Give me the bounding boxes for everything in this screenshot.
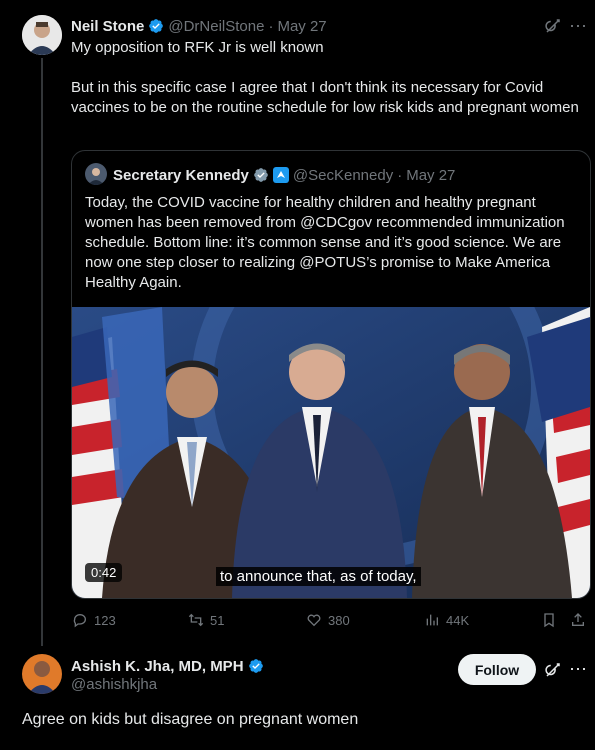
quote-header: Secretary Kennedy @SecKennedy · May 27 bbox=[113, 165, 455, 185]
avatar[interactable] bbox=[22, 15, 62, 55]
author-name[interactable]: Neil Stone bbox=[71, 18, 144, 35]
like-count: 380 bbox=[328, 612, 350, 628]
like-button[interactable]: 380 bbox=[306, 612, 350, 628]
gov-affiliation-icon bbox=[272, 167, 289, 183]
verified-badge-icon bbox=[248, 659, 263, 673]
bookmark-icon[interactable] bbox=[541, 612, 557, 628]
video-duration: 0:42 bbox=[85, 563, 123, 582]
heart-icon bbox=[307, 614, 321, 627]
share-icon[interactable] bbox=[570, 612, 586, 628]
tweet-text-body: But in this specific case I agree that I… bbox=[71, 79, 579, 116]
more-options-icon[interactable]: ⋯ bbox=[568, 16, 588, 36]
separator-dot: · bbox=[397, 166, 403, 184]
reply-icon bbox=[73, 614, 86, 628]
follow-button[interactable]: Follow bbox=[458, 654, 536, 685]
quote-author-name[interactable]: Secretary Kennedy bbox=[113, 167, 249, 184]
tweet-date[interactable]: May 27 bbox=[277, 18, 326, 35]
verified-gray-badge-icon bbox=[254, 168, 268, 182]
repost-icon bbox=[188, 613, 204, 627]
verified-badge-icon bbox=[149, 19, 164, 33]
quote-date[interactable]: May 27 bbox=[406, 167, 455, 184]
reply-count: 123 bbox=[94, 612, 116, 628]
reply-author-name[interactable]: Ashish K. Jha, MD, MPH bbox=[71, 658, 244, 675]
separator-dot: · bbox=[268, 17, 274, 35]
video-player[interactable]: 0:42 to announce that, as of today, bbox=[72, 307, 590, 598]
video-caption: to announce that, as of today, bbox=[216, 567, 421, 586]
more-options-icon[interactable]: ⋯ bbox=[568, 659, 588, 679]
thread-line bbox=[41, 58, 43, 646]
reply-author-handle[interactable]: @ashishkjha bbox=[71, 676, 157, 693]
quote-text: Today, the COVID vaccine for healthy chi… bbox=[85, 194, 565, 291]
repost-count: 51 bbox=[210, 612, 225, 628]
reply-header: Ashish K. Jha, MD, MPH bbox=[71, 656, 264, 676]
quote-author-handle[interactable]: @SecKennedy bbox=[293, 167, 393, 184]
views-button[interactable]: 44K bbox=[424, 612, 469, 628]
view-count: 44K bbox=[446, 612, 470, 628]
views-icon bbox=[426, 614, 438, 626]
reply-text: Agree on kids but disagree on pregnant w… bbox=[22, 711, 359, 728]
reply-avatar[interactable] bbox=[22, 654, 62, 694]
video-frame bbox=[72, 307, 590, 598]
quote-avatar[interactable] bbox=[85, 163, 107, 185]
quoted-tweet[interactable]: Secretary Kennedy @SecKennedy · May 27 T… bbox=[71, 150, 591, 599]
tweet-header: Neil Stone @DrNeilStone · May 27 bbox=[71, 16, 327, 36]
author-handle[interactable]: @DrNeilStone bbox=[168, 18, 264, 35]
reply-button[interactable]: 123 bbox=[72, 612, 116, 628]
tweet-text-line1: My opposition to RFK Jr is well known bbox=[71, 39, 324, 56]
grok-icon[interactable] bbox=[544, 661, 562, 679]
repost-button[interactable]: 51 bbox=[188, 612, 224, 628]
grok-icon[interactable] bbox=[544, 17, 562, 35]
